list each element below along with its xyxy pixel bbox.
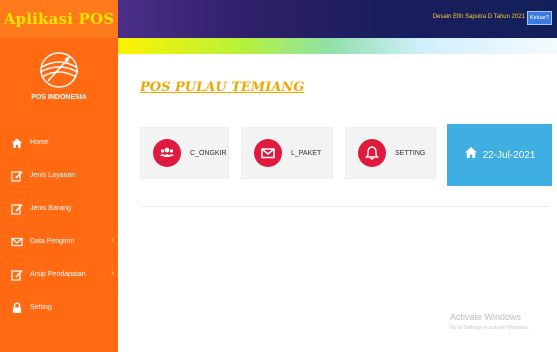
bell-icon (358, 139, 386, 167)
sidebar-item-home[interactable]: Home (0, 126, 118, 159)
sidebar-item-label: Setting (30, 304, 52, 311)
card-setting[interactable]: SETTING (345, 127, 436, 179)
sidebar-item-label: Data Pengirim (30, 238, 75, 245)
date-card: 22-Jul-2021 (447, 124, 552, 186)
pos-indonesia-logo: POS INDONESIA (0, 38, 118, 114)
card-label: C_ONGKIR (190, 149, 227, 157)
app-title: Aplikasi POS (3, 10, 115, 28)
sidebar-menu: Home Jenis Layanan Jenis Barang Data Pen… (0, 126, 118, 324)
watermark-subtitle: Go to Settings to activate Windows. (450, 325, 529, 331)
sidebar-item-setting[interactable]: Setting (0, 291, 118, 324)
sidebar: Aplikasi POS POS INDONESIA Home Jenis La… (0, 0, 118, 352)
sidebar-item-label: Arsip Pendapatan (30, 271, 86, 278)
sidebar-item-arsip-pendapatan[interactable]: Arsip Pendapatan ‹ (0, 258, 118, 291)
home-icon (10, 136, 24, 150)
sidebar-item-label: Home (30, 139, 49, 146)
pos-logo-icon (39, 52, 79, 88)
chevron-left-icon: ‹ (111, 235, 114, 244)
card-label: SETTING (395, 149, 426, 157)
sidebar-item-data-pengirim[interactable]: Data Pengirim ‹ (0, 225, 118, 258)
lock-icon (10, 301, 24, 315)
logo-text: POS INDONESIA (31, 94, 87, 101)
top-navbar: Desain Elfri Saputra D Tahun 2021 Keluar… (118, 0, 557, 38)
chevron-left-icon: ‹ (111, 268, 114, 277)
sidebar-item-label: Jenis Layanan (30, 172, 76, 179)
edit-icon (10, 169, 24, 183)
divider (140, 206, 550, 207)
header-gradient-strip (118, 38, 557, 54)
card-l-paket[interactable]: L_PAKET (241, 127, 333, 179)
home-icon (464, 146, 478, 164)
main-panel: POS PULAU TEMIANG C_ONGKIR L_PAKET SETTI… (124, 54, 552, 352)
logout-button[interactable]: Keluar? (527, 11, 552, 25)
card-label: L_PAKET (291, 149, 322, 157)
activate-windows-watermark: Activate Windows Go to Settings to activ… (450, 312, 529, 331)
current-date: 22-Jul-2021 (482, 149, 536, 161)
edit-icon (10, 268, 24, 282)
app-brand[interactable]: Aplikasi POS (0, 0, 118, 38)
designer-credit: Desain Elfri Saputra D Tahun 2021 (432, 14, 525, 20)
watermark-title: Activate Windows (450, 312, 522, 322)
sidebar-item-jenis-barang[interactable]: Jenis Barang (0, 192, 118, 225)
edit-icon (10, 202, 24, 216)
page-title: POS PULAU TEMIANG (140, 80, 305, 95)
card-c-ongkir[interactable]: C_ONGKIR (140, 127, 229, 179)
sidebar-item-label: Jenis Barang (30, 205, 71, 212)
envelope-icon (10, 235, 24, 249)
envelope-icon (254, 139, 282, 167)
sidebar-item-jenis-layanan[interactable]: Jenis Layanan (0, 159, 118, 192)
users-icon (153, 139, 181, 167)
